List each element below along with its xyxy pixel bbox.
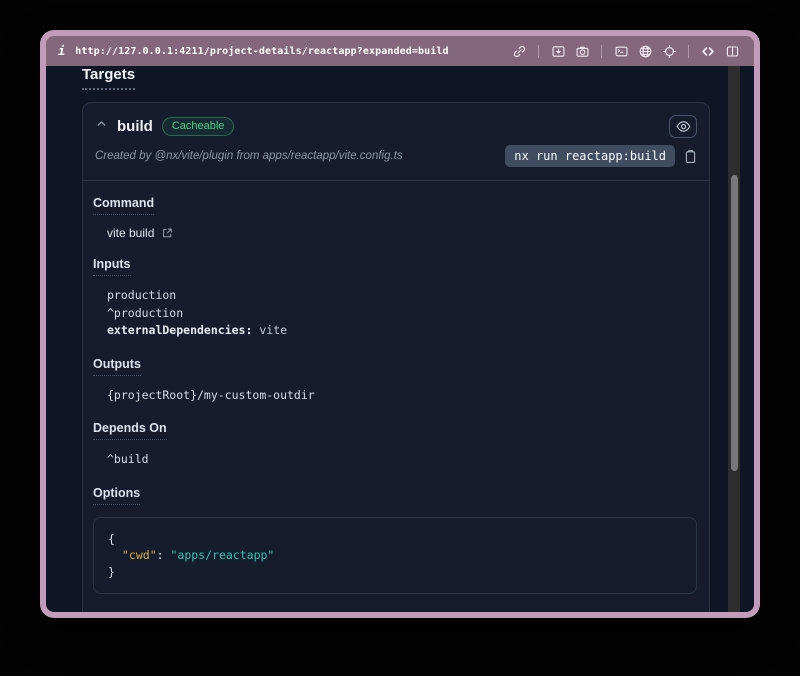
download-icon <box>551 44 566 59</box>
code-line: { <box>108 531 682 548</box>
json-key: "cwd" <box>122 548 157 562</box>
toolbar-divider <box>688 45 689 58</box>
build-card-body: Command vite build Inputs <box>83 181 709 612</box>
info-icon: i <box>58 44 65 58</box>
input-key: externalDependencies: <box>107 323 252 337</box>
input-item: production <box>107 287 697 305</box>
scrollbar-thumb[interactable] <box>731 175 738 471</box>
toolbar-divider <box>601 45 602 58</box>
output-item: {projectRoot}/my-custom-outdir <box>107 387 697 405</box>
command-value: vite build <box>107 226 154 240</box>
copy-command-button[interactable] <box>684 149 697 164</box>
browser-window: i http://127.0.0.1:4211/project-details/… <box>40 30 760 618</box>
split-view-button[interactable] <box>722 41 742 61</box>
code-line: "cwd": "apps/reactapp" <box>122 547 682 564</box>
run-command-chip: nx run reactapp:build <box>505 145 675 167</box>
scrollbar-track[interactable] <box>728 66 740 612</box>
address-url[interactable]: http://127.0.0.1:4211/project-details/re… <box>75 46 448 57</box>
cacheable-badge: Cacheable <box>162 117 235 136</box>
chevron-up-icon[interactable] <box>95 117 108 135</box>
toolbar-divider <box>538 45 539 58</box>
code-button[interactable] <box>698 41 718 61</box>
code-line: } <box>108 564 682 581</box>
globe-button[interactable] <box>635 41 655 61</box>
input-value: vite <box>252 323 287 337</box>
json-value: "apps/reactapp" <box>170 548 274 562</box>
input-item: externalDependencies: vite <box>107 322 697 340</box>
download-button[interactable] <box>548 41 568 61</box>
split-view-icon <box>725 44 740 59</box>
view-target-button[interactable] <box>669 115 697 138</box>
build-header-row[interactable]: build Cacheable <box>95 114 697 138</box>
open-command-button[interactable] <box>161 227 173 239</box>
crosshair-button[interactable] <box>659 41 679 61</box>
terminal-button[interactable] <box>611 41 631 61</box>
browser-toolbar: i http://127.0.0.1:4211/project-details/… <box>46 36 754 66</box>
globe-icon <box>638 44 653 59</box>
eye-icon <box>676 120 691 133</box>
json-separator: : <box>157 548 171 562</box>
code-icon <box>700 44 716 59</box>
build-card-header: build Cacheable Created by @nx/vite/plug… <box>83 103 709 181</box>
options-heading: Options <box>93 486 140 505</box>
target-name: build <box>117 118 153 135</box>
page-title: Targets <box>82 66 135 90</box>
outputs-heading: Outputs <box>93 357 141 376</box>
target-card-build: build Cacheable Created by @nx/vite/plug… <box>82 102 710 612</box>
depends-on-item: ^build <box>107 451 697 469</box>
input-item: ^production <box>107 305 697 323</box>
created-by-text: Created by @nx/vite/plugin from apps/rea… <box>95 150 403 162</box>
camera-icon <box>575 44 590 59</box>
external-link-icon <box>161 227 173 239</box>
page-content: Targets build Cacheable <box>46 66 754 612</box>
link-button[interactable] <box>509 41 529 61</box>
inputs-heading: Inputs <box>93 257 131 276</box>
depends-on-heading: Depends On <box>93 421 167 440</box>
camera-button[interactable] <box>572 41 592 61</box>
terminal-icon <box>614 44 629 59</box>
options-code-block: { "cwd": "apps/reactapp" } <box>93 517 697 595</box>
link-icon <box>512 44 527 59</box>
crosshair-icon <box>662 44 677 59</box>
command-heading: Command <box>93 196 154 215</box>
copy-icon <box>684 149 697 164</box>
